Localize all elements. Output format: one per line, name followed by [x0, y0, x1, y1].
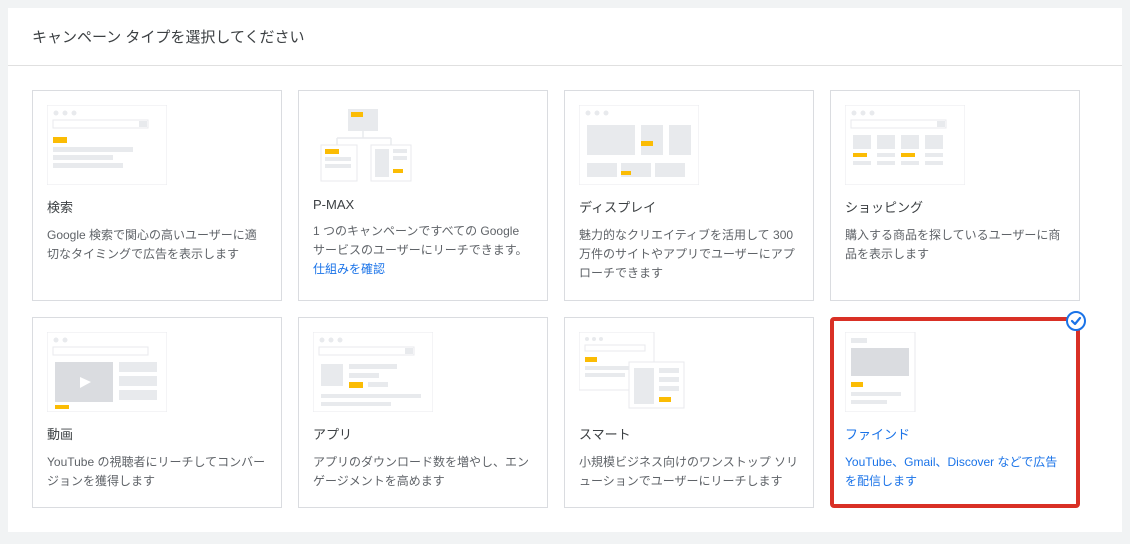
card-desc: 購入する商品を探しているユーザーに商品を表示します — [845, 226, 1065, 264]
campaign-type-panel: キャンペーン タイプを選択してください 検索 Google — [8, 8, 1122, 532]
card-title: スマート — [579, 424, 799, 443]
panel-header: キャンペーン タイプを選択してください — [8, 8, 1122, 66]
thumb-smart — [579, 332, 699, 412]
card-video[interactable]: 動画 YouTube の視聴者にリーチしてコンバージョンを獲得します — [32, 317, 282, 508]
card-desc: 魅力的なクリエイティブを活用して 300 万件のサイトやアプリでユーザーにアプロ… — [579, 226, 799, 284]
card-title: ディスプレイ — [579, 197, 799, 216]
card-desc: YouTube の視聴者にリーチしてコンバージョンを獲得します — [47, 453, 267, 491]
thumb-video — [47, 332, 167, 412]
thumb-pmax — [313, 105, 433, 185]
card-title: アプリ — [313, 424, 533, 443]
pmax-learn-more-link[interactable]: 仕組みを確認 — [313, 262, 385, 276]
card-title: 動画 — [47, 424, 267, 443]
card-title: 検索 — [47, 197, 267, 216]
thumb-discovery — [845, 332, 965, 412]
card-title: ショッピング — [845, 197, 1065, 216]
card-desc: YouTube、Gmail、Discover などで広告を配信します — [845, 453, 1065, 491]
card-title: P-MAX — [313, 197, 533, 212]
card-desc: Google 検索で関心の高いユーザーに適切なタイミングで広告を表示します — [47, 226, 267, 264]
card-shopping[interactable]: ショッピング 購入する商品を探しているユーザーに商品を表示します — [830, 90, 1080, 301]
card-search[interactable]: 検索 Google 検索で関心の高いユーザーに適切なタイミングで広告を表示します — [32, 90, 282, 301]
card-smart[interactable]: スマート 小規模ビジネス向けのワンストップ ソリューションでユーザーにリーチしま… — [564, 317, 814, 508]
card-pmax[interactable]: P-MAX 1 つのキャンペーンですべての Google サービスのユーザーにリ… — [298, 90, 548, 301]
panel-title: キャンペーン タイプを選択してください — [32, 29, 305, 46]
campaign-type-grid: 検索 Google 検索で関心の高いユーザーに適切なタイミングで広告を表示します — [8, 66, 1122, 532]
thumb-display — [579, 105, 699, 185]
card-display[interactable]: ディスプレイ 魅力的なクリエイティブを活用して 300 万件のサイトやアプリでユ… — [564, 90, 814, 301]
thumb-shopping — [845, 105, 965, 185]
card-desc: 1 つのキャンペーンですべての Google サービスのユーザーにリーチできます… — [313, 222, 533, 280]
card-app[interactable]: アプリ アプリのダウンロード数を増やし、エンゲージメントを高めます — [298, 317, 548, 508]
card-desc: アプリのダウンロード数を増やし、エンゲージメントを高めます — [313, 453, 533, 491]
selected-checkmark-icon — [1066, 311, 1086, 331]
thumb-search — [47, 105, 167, 185]
card-title: ファインド — [845, 424, 1065, 443]
thumb-app — [313, 332, 433, 412]
card-desc: 小規模ビジネス向けのワンストップ ソリューションでユーザーにリーチします — [579, 453, 799, 491]
card-discovery[interactable]: ファインド YouTube、Gmail、Discover などで広告を配信します — [830, 317, 1080, 508]
